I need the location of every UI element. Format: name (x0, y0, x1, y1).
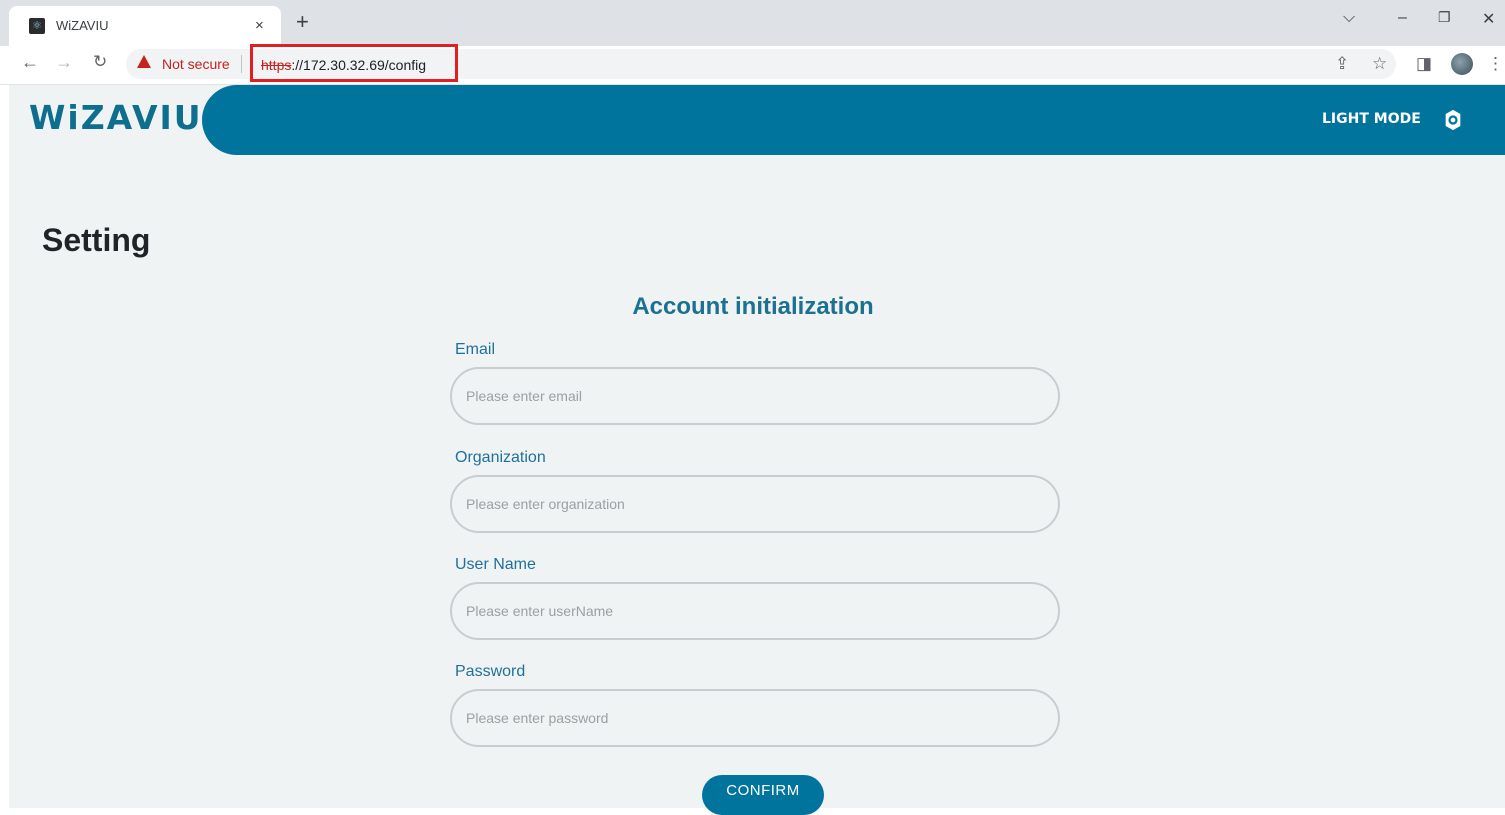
url-path: ://172.30.32.69/config (291, 57, 427, 73)
form-title: Account initialization (632, 293, 874, 320)
address-bar[interactable]: Not secure https://172.30.32.69/config (126, 44, 1396, 82)
browser-toolbar: ← → ↻ Not secure https://172.30.32.69/co… (0, 44, 1505, 85)
forward-arrow-icon[interactable]: → (55, 52, 73, 73)
username-label: User Name (455, 556, 536, 573)
url-highlight-box: https://172.30.32.69/config (250, 44, 458, 82)
email-field[interactable] (450, 367, 1060, 425)
password-label: Password (455, 663, 526, 680)
back-arrow-icon[interactable]: ← (21, 52, 39, 73)
url-text[interactable]: https://172.30.32.69/config (261, 57, 426, 73)
menu-kebab-icon[interactable]: ⋮ (1487, 54, 1504, 74)
security-status[interactable]: Not secure (162, 56, 230, 72)
sun-icon[interactable] (1442, 109, 1464, 131)
email-label: Email (455, 341, 496, 358)
wizaviu-logo[interactable]: WiZAVIU (29, 98, 203, 137)
profile-avatar-icon[interactable] (1451, 53, 1473, 75)
new-tab-icon[interactable]: + (296, 9, 309, 35)
restore-icon[interactable]: ❐ (1438, 9, 1451, 26)
warning-icon[interactable] (137, 55, 151, 68)
page-title: Setting (42, 222, 151, 258)
minimize-icon[interactable]: – (1398, 9, 1407, 27)
password-field[interactable] (450, 689, 1060, 747)
side-panel-icon[interactable]: ◨ (1416, 54, 1432, 74)
url-scheme: https (261, 57, 292, 73)
app-header: WiZAVIU LIGHT MODE (9, 85, 1505, 155)
bookmark-star-icon[interactable]: ☆ (1372, 54, 1387, 74)
tab-search-icon[interactable]: ⌵ (1343, 9, 1355, 27)
browser-tab[interactable]: ⚛ WiZAVIU × (9, 6, 281, 46)
organization-label: Organization (455, 449, 546, 466)
url-divider (241, 55, 242, 73)
light-mode-label[interactable]: LIGHT MODE (1322, 111, 1421, 127)
header-bar: LIGHT MODE (202, 85, 1505, 155)
organization-field[interactable] (450, 475, 1060, 533)
app-page: WiZAVIU LIGHT MODE Setting Account initi… (9, 85, 1505, 815)
close-tab-icon[interactable]: × (255, 17, 264, 34)
reload-icon[interactable]: ↻ (93, 52, 107, 72)
tab-title: WiZAVIU (56, 18, 109, 33)
close-window-icon[interactable]: ✕ (1482, 9, 1495, 29)
confirm-button[interactable]: CONFIRM (702, 775, 824, 815)
react-atom-icon: ⚛ (29, 18, 45, 34)
browser-tab-strip: ⚛ WiZAVIU × + ⌵ – ❐ ✕ (0, 0, 1505, 46)
share-icon[interactable]: ⇪ (1335, 54, 1349, 74)
username-field[interactable] (450, 582, 1060, 640)
